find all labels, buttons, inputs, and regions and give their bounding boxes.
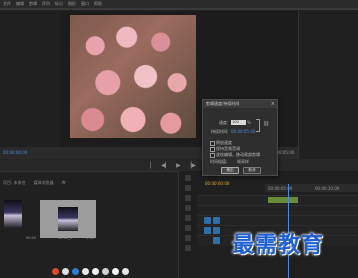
monitor-timecode-left: 00:00:00:00 [3,150,28,155]
razor-tool-icon[interactable] [185,205,191,211]
app-icon[interactable] [102,267,109,275]
top-divider [0,8,358,10]
app-icon[interactable] [112,267,119,275]
menu-graphics[interactable]: 图形 [68,0,76,8]
watermark-logo: 最需教育 [232,232,325,258]
menu-window[interactable]: 窗口 [81,0,89,8]
type-tool-icon[interactable] [185,245,191,251]
play-icon[interactable]: ▶ [176,162,181,169]
close-icon[interactable]: × [271,100,275,108]
source-panel [0,11,60,159]
track-source-v1[interactable] [213,217,220,224]
tab-library[interactable]: 库 [62,180,66,187]
app-icon[interactable] [72,267,79,275]
dialog-title-bar: 剪辑速度/持续时间 × [203,100,277,108]
ok-button[interactable]: 确定 [221,167,239,174]
cancel-button[interactable]: 取消 [243,167,261,174]
app-icon[interactable] [62,267,69,275]
duration-value[interactable]: 00:00:05:00 [231,129,255,134]
premiere-window: 文件 编辑 剪辑 序列 标记 图形 窗口 帮助 00:00:00:00 00:0… [0,0,358,278]
speed-input[interactable]: 100 [231,120,246,125]
speed-duration-dialog: 剪辑速度/持续时间 × 速度: 100 % ⛓ 持续时间: 00:00:05:0… [202,99,278,176]
app-icon[interactable] [82,267,89,275]
menu-bar: 文件 编辑 剪辑 序列 标记 图形 窗口 帮助 [0,0,358,8]
selection-tool-icon[interactable] [185,175,191,181]
pen-tool-icon[interactable] [185,225,191,231]
track-target-v1[interactable] [204,217,211,224]
track-target-a1[interactable] [204,227,211,234]
duration-label: 持续时间: [211,129,229,134]
project-item-thumbnail-selected[interactable] [40,200,96,238]
app-icon[interactable] [122,267,129,275]
speed-value: 100 [232,120,239,124]
menu-edit[interactable]: 编辑 [16,0,24,8]
step-back-icon[interactable]: ◀▏ [161,162,170,169]
ripple-edit-tool-icon[interactable] [185,195,191,201]
menu-clip[interactable]: 剪辑 [29,0,37,8]
mark-in-icon[interactable]: ▏ [150,162,155,169]
dialog-title: 剪辑速度/持续时间 [206,101,240,106]
project-item-label: 00:00 [26,236,37,240]
speed-label: 速度: [219,120,229,125]
timeline-ruler[interactable]: 00:00:05:00 00:00:10:00 [265,184,358,192]
menu-help[interactable]: 帮助 [94,0,102,8]
project-item-label: 00:00_1 [58,236,73,240]
ruler-label: 00:00:10:00 [315,186,340,191]
link-bracket [256,119,260,132]
tab-media-browser[interactable]: 媒体浏览器 [34,180,54,187]
project-item-duration: 5:00 [86,236,94,240]
sequence-timecode[interactable]: 00:00:00:00 [205,181,229,186]
thumbnail-image [58,207,78,231]
ripple-checkbox[interactable] [210,153,215,158]
link-chain-icon[interactable]: ⛓ [263,121,269,127]
preview-image-roses [70,15,196,138]
timeline-clip[interactable] [268,197,298,203]
hand-tool-icon[interactable] [185,235,191,241]
track-source-a2[interactable] [213,237,220,244]
reverse-checkbox[interactable] [210,141,215,146]
effects-panel [298,11,358,159]
interp-select[interactable]: 帧采样 [237,159,249,165]
project-item-thumbnail[interactable] [4,200,22,228]
transport-controls: ▏ ◀▏ ▶ ▕▶ ▣ [0,159,358,171]
app-icon[interactable] [92,267,99,275]
app-icon[interactable] [52,267,59,275]
project-tabs: 项目: 未命名 媒体浏览器 库 [0,180,178,187]
track-source-a1[interactable] [213,227,220,234]
step-forward-icon[interactable]: ▕▶ [187,162,196,169]
track-select-tool-icon[interactable] [185,185,191,191]
tools-panel [178,171,197,278]
speed-unit: % [247,120,251,125]
tab-project[interactable]: 项目: 未命名 [3,180,26,187]
menu-file[interactable]: 文件 [3,0,11,8]
menu-marker[interactable]: 标记 [55,0,63,8]
pitch-checkbox[interactable] [210,147,215,152]
menu-sequence[interactable]: 序列 [42,0,50,8]
interp-label: 时间插值: [210,159,228,164]
ripple-label: 波纹编辑，移动尾部剪辑 [216,152,260,157]
taskbar-icons [52,266,132,276]
slip-tool-icon[interactable] [185,215,191,221]
